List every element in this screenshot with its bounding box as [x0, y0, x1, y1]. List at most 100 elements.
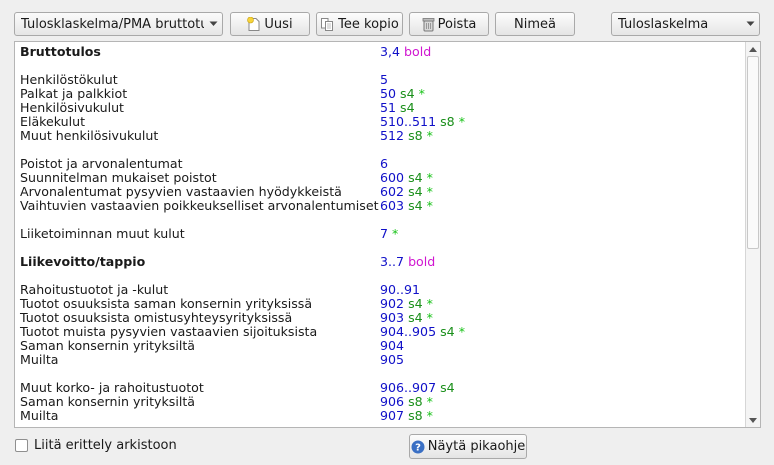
row-definition: 904..905 s4 *: [380, 325, 465, 339]
style-code: s4: [408, 198, 423, 213]
row-label: Muilta: [20, 352, 59, 367]
row-label: Henkilösivukulut: [20, 100, 124, 115]
subtotal-marker: *: [426, 170, 433, 185]
row-label: Muilta: [20, 408, 59, 423]
row-label: Muut korko- ja rahoitustuotot: [20, 380, 204, 395]
show-help-button[interactable]: ? Näytä pikaohje: [409, 434, 527, 459]
row-label: Tuotot osuuksista saman konsernin yrityk…: [20, 296, 313, 311]
account-range: 903: [380, 310, 405, 325]
delete-button[interactable]: Poista: [409, 12, 489, 36]
new-button-label: Uusi: [264, 16, 293, 32]
report-type-select[interactable]: Tuloslaskelma: [611, 12, 760, 36]
row-label: Rahoitustuotot ja -kulut: [20, 282, 169, 297]
style-code: s8: [408, 394, 423, 409]
delete-button-label: Poista: [437, 16, 477, 32]
row-definition: 600 s4 *: [380, 171, 433, 185]
row-definition: 603 s4 *: [380, 199, 433, 213]
scroll-up-arrow-icon[interactable]: [746, 42, 760, 56]
style-code: s8: [408, 408, 423, 423]
row-definition: 50 s4 *: [380, 87, 425, 101]
row-definition: 907 s8 *: [380, 409, 433, 423]
subtotal-marker: *: [426, 296, 433, 311]
copy-button[interactable]: Tee kopio: [316, 12, 403, 36]
account-range: 904..905: [380, 324, 437, 339]
copy-document-icon: [320, 17, 335, 32]
scroll-down-arrow-icon[interactable]: [746, 413, 760, 427]
scrollbar-track[interactable]: [746, 56, 760, 413]
scrollbar-thumb[interactable]: [747, 56, 759, 249]
report-type-select-value: Tuloslaskelma: [618, 16, 709, 32]
account-range: 51: [380, 100, 397, 115]
account-range: 6: [380, 156, 389, 171]
style-code: s8: [440, 114, 455, 129]
vertical-scrollbar[interactable]: [745, 42, 760, 427]
style-code: s4: [440, 380, 455, 395]
subtotal-marker: *: [458, 324, 465, 339]
row-label: Tuotot osuuksista omistusyhteysyrityksis…: [20, 310, 293, 325]
report-definition-panel[interactable]: Bruttotulos 3,4 bold Henkilöstökulut 5 Palka…: [14, 41, 761, 428]
report-select[interactable]: Tulosklaskelma/PMA bruttotulos: [14, 12, 223, 36]
style-code: s4: [408, 170, 423, 185]
account-range: 3..7: [380, 254, 405, 269]
row-definition: 512 s8 *: [380, 129, 433, 143]
subtotal-marker: *: [426, 310, 433, 325]
account-range: 5: [380, 72, 389, 87]
account-range: 7: [380, 226, 389, 241]
row-definition: 906 s8 *: [380, 395, 433, 409]
subtotal-marker: *: [418, 86, 425, 101]
trash-icon: [422, 17, 435, 32]
account-range: 902: [380, 296, 405, 311]
subtotal-marker: *: [426, 394, 433, 409]
row-label: Muut henkilösivukulut: [20, 128, 159, 143]
row-definition: 6: [380, 157, 388, 171]
report-select-value: Tulosklaskelma/PMA bruttotulos: [21, 16, 204, 32]
show-help-button-label: Näytä pikaohje: [427, 439, 526, 454]
account-range: 906: [380, 394, 405, 409]
account-range: 602: [380, 184, 405, 199]
rename-button-label: Nimeä: [514, 16, 556, 32]
row-definition: 51 s4: [380, 101, 415, 115]
attach-to-archive-label[interactable]: Liitä erittely arkistoon: [34, 439, 177, 453]
style-code: s4: [440, 324, 455, 339]
style-code: s4: [408, 310, 423, 325]
account-range: 905: [380, 352, 405, 367]
row-definition: 5: [380, 73, 388, 87]
account-range: 3,4: [380, 44, 401, 59]
attach-to-archive-checkbox[interactable]: [15, 439, 28, 452]
subtotal-marker: *: [392, 226, 399, 241]
row-label: Liiketoiminnan muut kulut: [20, 226, 185, 241]
subtotal-marker: *: [458, 114, 465, 129]
new-button[interactable]: Uusi: [230, 12, 310, 36]
subtotal-marker: *: [426, 128, 433, 143]
row-label: Arvonalentumat pysyvien vastaavien hyödy…: [20, 184, 342, 199]
help-question-icon: ?: [411, 440, 425, 454]
subtotal-marker: *: [426, 184, 433, 199]
bold-tag: bold: [404, 44, 432, 59]
row-definition: 7 *: [380, 227, 398, 241]
style-code: s4: [408, 296, 423, 311]
rename-button[interactable]: Nimeä: [495, 12, 575, 36]
row-label: Vaihtuvien vastaavien poikkeukselliset a…: [20, 198, 379, 213]
row-definition: 602 s4 *: [380, 185, 433, 199]
new-document-icon: [247, 16, 261, 32]
toolbar: Tulosklaskelma/PMA bruttotulos Uusi Tee …: [0, 0, 774, 42]
row-definition: 906..907 s4: [380, 381, 455, 395]
account-range: 510..511: [380, 114, 437, 129]
account-range: 907: [380, 408, 405, 423]
row-definition: 90..91: [380, 283, 420, 297]
account-range: 600: [380, 170, 405, 185]
row-definition: 510..511 s8 *: [380, 115, 465, 129]
style-code: s4: [408, 184, 423, 199]
row-label: Suunnitelman mukaiset poistot: [20, 170, 217, 185]
svg-text:?: ?: [415, 442, 421, 453]
style-code: s8: [408, 128, 423, 143]
account-range: 906..907: [380, 380, 437, 395]
row-definition: 903 s4 *: [380, 311, 433, 325]
account-range: 90..91: [380, 282, 421, 297]
row-label: Saman konsernin yrityksiltä: [20, 394, 195, 409]
row-label: Henkilöstökulut: [20, 72, 118, 87]
style-code: s4: [400, 86, 415, 101]
chevron-down-icon: [741, 21, 759, 27]
row-definition: 902 s4 *: [380, 297, 433, 311]
account-range: 50: [380, 86, 397, 101]
